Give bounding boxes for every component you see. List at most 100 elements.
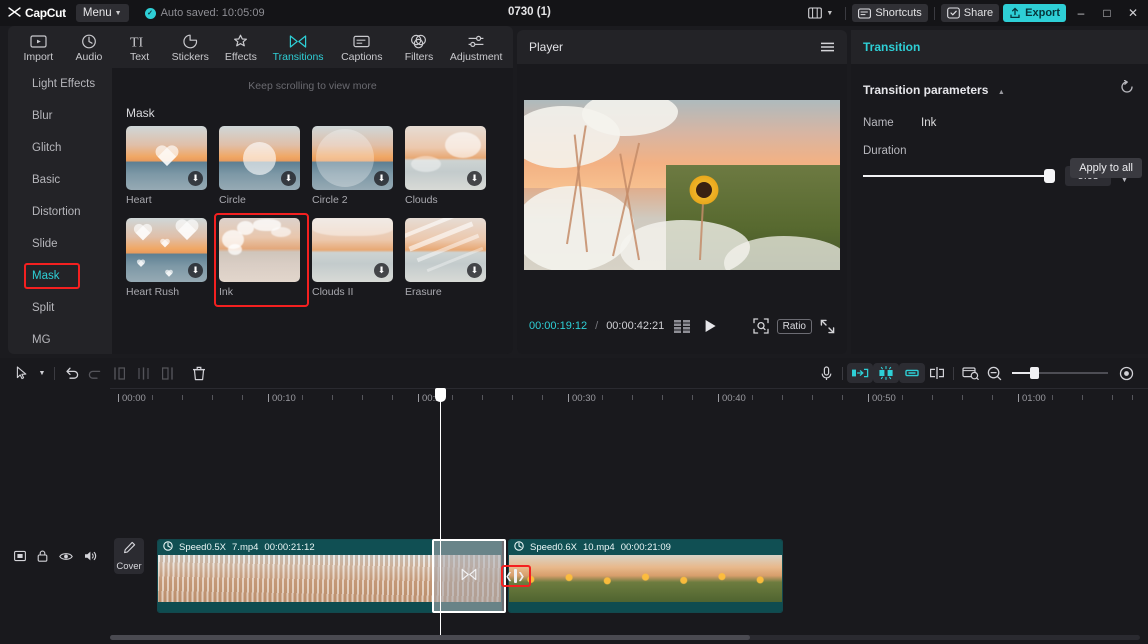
tool-stickers[interactable]: Stickers [166, 32, 215, 63]
transition-marker[interactable] [432, 539, 506, 613]
category-slide[interactable]: Slide [8, 228, 112, 260]
cover-button[interactable]: Cover [114, 538, 144, 574]
scrollbar-thumb[interactable] [110, 635, 750, 640]
playhead-grip[interactable] [435, 388, 446, 402]
ink-blob [228, 244, 242, 255]
tool-captions[interactable]: Captions [331, 32, 393, 63]
redo-icon [83, 361, 107, 385]
tool-audio[interactable]: Audio [65, 32, 114, 63]
zoom-out-icon[interactable] [982, 361, 1006, 385]
undo-icon[interactable] [59, 361, 83, 385]
tool-text[interactable]: TI Text [115, 32, 164, 63]
effects-icon [232, 34, 249, 49]
maximize-button[interactable]: □ [1094, 0, 1120, 26]
export-button[interactable]: Export [1003, 4, 1066, 22]
download-icon[interactable]: ⬇ [281, 171, 296, 186]
transition-card-clouds[interactable]: ⬇ Clouds [405, 126, 486, 206]
layout-button[interactable]: ▼ [802, 4, 839, 22]
heart-mask-shape [133, 224, 154, 243]
fullscreen-icon[interactable] [820, 319, 835, 334]
zoom-slider[interactable] [1012, 367, 1108, 379]
tool-adjustment[interactable]: Adjustment [445, 32, 507, 63]
category-basic[interactable]: Basic [8, 164, 112, 196]
tool-transitions[interactable]: Transitions [267, 32, 329, 63]
download-icon[interactable]: ⬇ [188, 263, 203, 278]
playhead[interactable] [435, 388, 446, 638]
transition-drag-handle[interactable]: ❮ ❯ [505, 569, 525, 583]
clip-filename: 7.mp4 [232, 542, 259, 553]
shortcuts-button[interactable]: Shortcuts [852, 4, 928, 22]
tool-effects[interactable]: Effects [217, 32, 266, 63]
transition-card-heart[interactable]: ⬇ Heart [126, 126, 207, 206]
eye-icon[interactable] [59, 551, 73, 562]
clip-duration: 00:00:21:12 [264, 542, 315, 553]
transition-card-erasure[interactable]: ⬇ Erasure [405, 218, 486, 298]
category-light-effects[interactable]: Light Effects [8, 68, 112, 100]
timeline-horizontal-scrollbar[interactable] [110, 635, 1140, 640]
tool-filters[interactable]: Filters [395, 32, 444, 63]
share-button[interactable]: Share [940, 4, 1000, 22]
snap-end-icon[interactable] [899, 363, 925, 383]
menu-button[interactable]: Menu ▼ [75, 4, 129, 22]
ratio-button[interactable]: Ratio [776, 318, 812, 334]
transition-card-clouds-ii[interactable]: ⬇ Clouds II [312, 218, 393, 298]
microphone-icon[interactable] [814, 361, 838, 385]
clip-header: Speed0.6X 10.mp4 00:00:21:09 [509, 540, 782, 555]
stepper-down-icon[interactable]: ▼ [1121, 177, 1128, 184]
tool-label: Captions [341, 50, 383, 63]
delete-icon[interactable] [187, 361, 211, 385]
keyframe-icon[interactable] [958, 361, 982, 385]
video-preview[interactable] [524, 100, 840, 270]
parameters-section-header: Transition parameters ▲ [863, 79, 1134, 99]
tool-import[interactable]: Import [14, 32, 63, 63]
cursor-icon[interactable] [10, 361, 34, 385]
chevron-up-icon[interactable]: ▲ [998, 89, 1005, 96]
close-button[interactable]: ✕ [1120, 0, 1146, 26]
crop-zoom-icon[interactable] [752, 318, 769, 334]
category-glitch[interactable]: Glitch [8, 132, 112, 164]
handle-bar [513, 569, 517, 583]
minimize-button[interactable]: – [1068, 0, 1094, 26]
timeline-ruler[interactable]: 00:00 00:10 00:20 00:30 00:40 00:50 01:0… [110, 388, 1148, 412]
filters-icon [410, 34, 427, 49]
duration-slider[interactable] [863, 169, 1055, 183]
timeline-tracks: Cover Speed0.5X 7.mp4 00:00:21:12 Speed0… [0, 388, 1148, 642]
category-blur[interactable]: Blur [8, 100, 112, 132]
timeline-clip-2[interactable]: Speed0.6X 10.mp4 00:00:21:09 [508, 539, 783, 613]
download-icon[interactable]: ⬇ [188, 171, 203, 186]
volume-icon[interactable] [84, 550, 97, 562]
zoom-in-icon[interactable] [1114, 361, 1138, 385]
hamburger-icon[interactable] [820, 41, 835, 53]
category-mg[interactable]: MG [8, 324, 112, 356]
auto-cut-icon[interactable] [873, 363, 899, 383]
transition-card-circle[interactable]: ⬇ Circle [219, 126, 300, 206]
download-icon[interactable]: ⬇ [374, 263, 389, 278]
split-marker-icon[interactable] [925, 361, 949, 385]
zoom-knob[interactable] [1030, 367, 1039, 379]
bowtie-icon [461, 568, 477, 584]
download-icon[interactable]: ⬇ [467, 263, 482, 278]
audio-icon [81, 34, 97, 49]
snap-start-icon[interactable] [847, 363, 873, 383]
download-icon[interactable]: ⬇ [374, 171, 389, 186]
transition-card-heart-rush[interactable]: ⬇ Heart Rush [126, 218, 207, 298]
download-icon[interactable]: ⬇ [467, 171, 482, 186]
tool-label: Transitions [272, 50, 324, 63]
play-icon[interactable] [704, 319, 717, 333]
reset-icon[interactable] [1120, 79, 1134, 99]
sunflower [684, 170, 724, 210]
import-icon [30, 34, 47, 49]
category-split[interactable]: Split [8, 292, 112, 324]
category-distortion[interactable]: Distortion [8, 196, 112, 228]
apply-to-all-button[interactable]: Apply to all [1070, 158, 1142, 178]
chevron-down-icon[interactable]: ▼ [34, 361, 50, 385]
category-mask[interactable]: Mask [8, 260, 112, 292]
frames-icon[interactable] [674, 319, 691, 333]
mirror-icon[interactable] [14, 550, 26, 562]
slider-knob[interactable] [1044, 169, 1055, 183]
transition-card-circle-2[interactable]: ⬇ Circle 2 [312, 126, 393, 206]
section-title-wrap: Transition parameters ▲ [863, 81, 1005, 99]
transition-card-ink[interactable]: Ink [214, 213, 309, 307]
tool-label: Import [23, 50, 54, 63]
lock-icon[interactable] [37, 550, 48, 562]
